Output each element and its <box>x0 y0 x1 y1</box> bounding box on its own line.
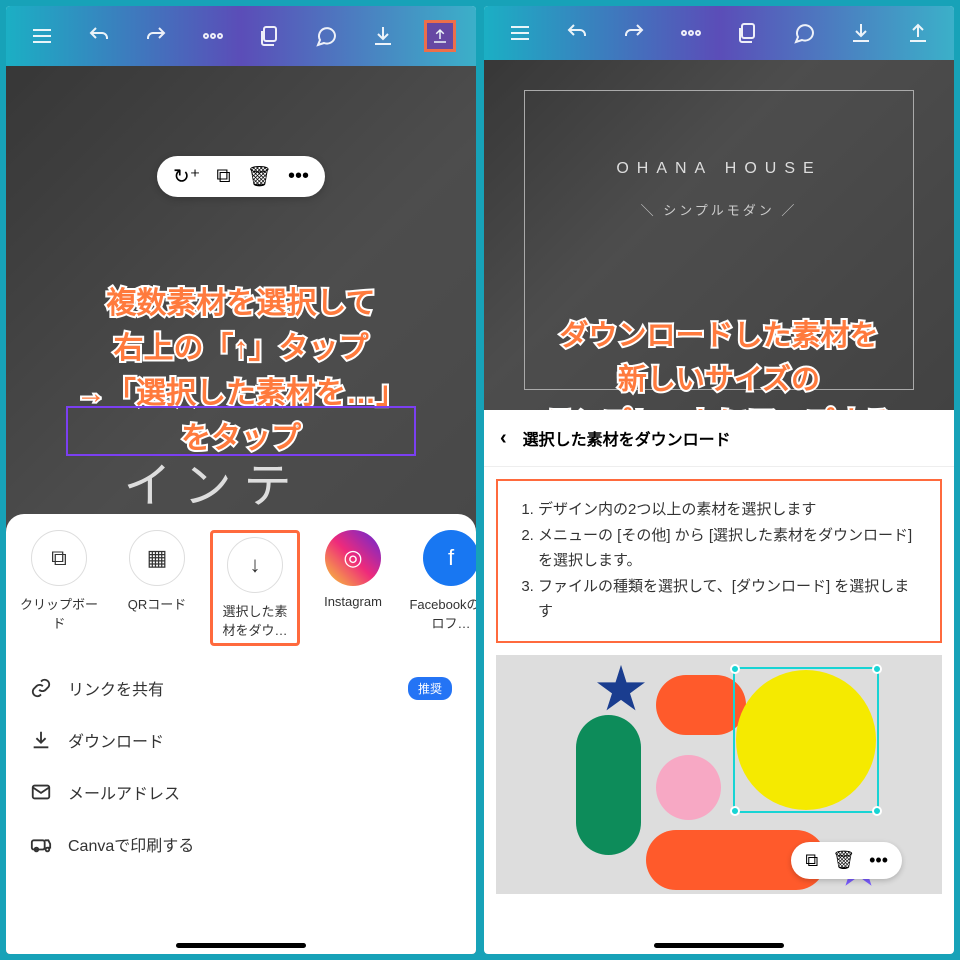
burst-shape[interactable] <box>596 665 646 715</box>
step: デザイン内の2つ以上の素材を選択します <box>538 497 920 523</box>
share-facebook[interactable]: fFacebookのプロフ… <box>406 530 476 646</box>
comment-icon[interactable] <box>310 20 342 52</box>
subtext: ＼ シンプルモダン ／ <box>641 200 798 219</box>
ohana-title: OHANA HOUSE <box>616 160 821 178</box>
redo-icon[interactable] <box>140 20 172 52</box>
regenerate-icon[interactable]: ↻⁺ <box>173 164 200 189</box>
instructions: デザイン内の2つ以上の素材を選択します メニューの [その他] から [選択した… <box>496 479 942 643</box>
annotation: ダウンロードした素材を 新しいサイズの テンプレートにアップする <box>545 315 892 410</box>
step: ファイルの種類を選択して、[ダウンロード] を選択します <box>538 574 920 625</box>
menu-icon[interactable] <box>26 20 58 52</box>
opt-print[interactable]: Canvaで印刷する <box>6 818 476 870</box>
download-icon[interactable] <box>845 17 877 49</box>
mini-toolbar: ⧉ 🗑 ••• <box>791 842 902 879</box>
more-icon[interactable]: ••• <box>288 165 309 188</box>
duplicate-icon[interactable]: ⧉ <box>216 165 230 188</box>
menu-icon[interactable] <box>504 17 536 49</box>
home-indicator <box>654 943 784 948</box>
panel-title: 選択した素材をダウンロード <box>523 426 731 450</box>
share-row: ⧉クリップボード ▦QRコード ↓選択した素材をダウ… ◎Instagram f… <box>6 530 476 646</box>
opt-download[interactable]: ダウンロード <box>6 714 476 766</box>
redo-icon[interactable] <box>618 17 650 49</box>
panel-header: ‹ 選択した素材をダウンロード <box>484 410 954 467</box>
shapes-canvas[interactable]: ⧉ 🗑 ••• <box>496 655 942 894</box>
pages-icon[interactable] <box>253 20 285 52</box>
phone-left: ↻⁺ ⧉ 🗑 ••• 複数素材を選択して 右上の「↑」タップ →「選択した素材を… <box>6 6 476 954</box>
trash-icon[interactable]: 🗑 <box>832 850 855 871</box>
canvas-right[interactable]: OHANA HOUSE ＼ シンプルモダン ／ ダウンロードした素材を 新しいサ… <box>484 60 954 410</box>
share-download-selected[interactable]: ↓選択した素材をダウ… <box>210 530 300 646</box>
context-toolbar: ↻⁺ ⧉ 🗑 ••• <box>157 156 325 197</box>
undo-icon[interactable] <box>83 20 115 52</box>
phone-right: OHANA HOUSE ＼ シンプルモダン ／ ダウンロードした素材を 新しいサ… <box>484 6 954 954</box>
pink-circle[interactable] <box>656 755 721 820</box>
more-icon[interactable]: ••• <box>869 850 888 871</box>
more-icon[interactable] <box>675 17 707 49</box>
pages-icon[interactable] <box>731 17 763 49</box>
topbar <box>6 6 476 66</box>
options-list: リンクを共有推奨 ダウンロード メールアドレス Canvaで印刷する <box>6 662 476 870</box>
selection[interactable] <box>733 667 879 813</box>
green-pill[interactable] <box>576 715 641 855</box>
share-icon[interactable] <box>424 20 456 52</box>
trash-icon[interactable]: 🗑 <box>247 164 272 189</box>
share-clipboard[interactable]: ⧉クリップボード <box>14 530 104 646</box>
share-sheet: ⧉クリップボード ▦QRコード ↓選択した素材をダウ… ◎Instagram f… <box>6 514 476 954</box>
opt-share-link[interactable]: リンクを共有推奨 <box>6 662 476 714</box>
more-icon[interactable] <box>197 20 229 52</box>
share-icon[interactable] <box>902 17 934 49</box>
topbar <box>484 6 954 60</box>
share-qr[interactable]: ▦QRコード <box>112 530 202 646</box>
opt-email[interactable]: メールアドレス <box>6 766 476 818</box>
share-instagram[interactable]: ◎Instagram <box>308 530 398 646</box>
back-icon[interactable]: ‹ <box>500 427 507 450</box>
undo-icon[interactable] <box>561 17 593 49</box>
duplicate-icon[interactable]: ⧉ <box>805 850 818 871</box>
download-icon[interactable] <box>367 20 399 52</box>
home-indicator <box>176 943 306 948</box>
step: メニューの [その他] から [選択した素材をダウンロード] を選択します。 <box>538 523 920 574</box>
comment-icon[interactable] <box>788 17 820 49</box>
